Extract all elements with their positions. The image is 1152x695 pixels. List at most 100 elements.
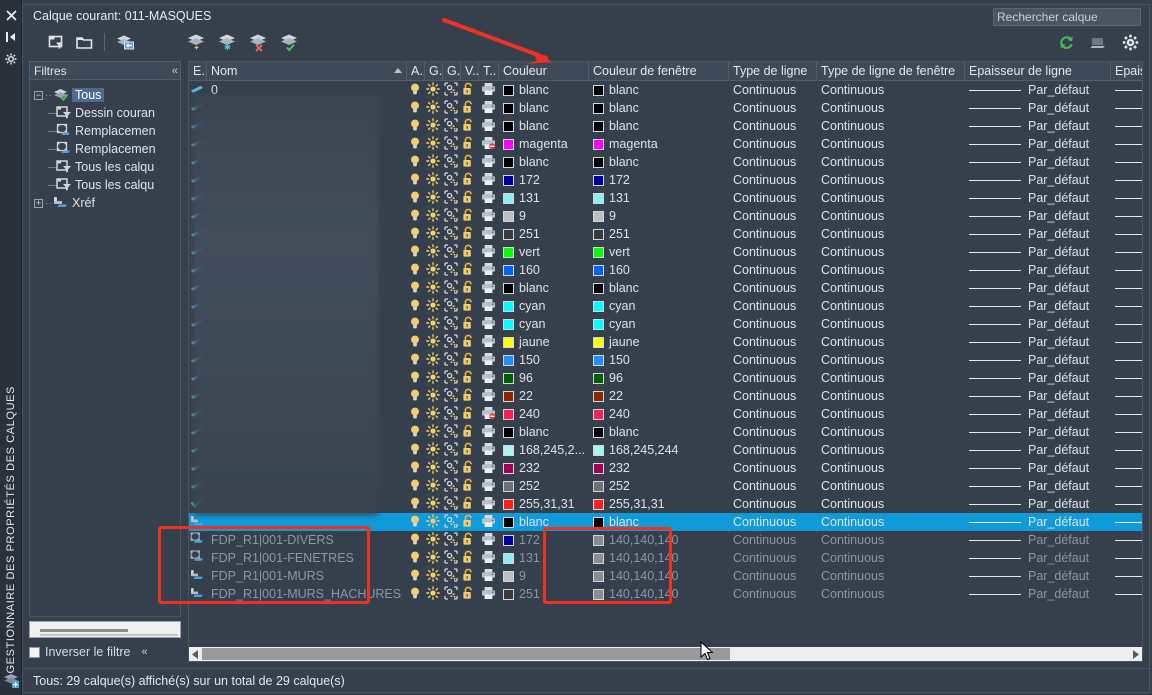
cell-lweight[interactable]: Par_défaut xyxy=(965,459,1111,477)
viewport-color-swatch[interactable] xyxy=(593,282,604,294)
cell-vp_lweight[interactable] xyxy=(1111,495,1142,513)
cell-plot[interactable] xyxy=(479,207,499,225)
cell-freeze[interactable] xyxy=(425,135,443,153)
color-swatch[interactable] xyxy=(503,372,514,384)
cell-freeze[interactable] xyxy=(425,459,443,477)
cell-plot[interactable] xyxy=(479,531,499,549)
cell-lock[interactable] xyxy=(461,351,479,369)
cell-freeze[interactable] xyxy=(425,495,443,513)
bulb-on-icon[interactable] xyxy=(408,442,424,458)
cell-freeze[interactable] xyxy=(425,171,443,189)
cell-plot[interactable] xyxy=(479,171,499,189)
cell-vp_lweight[interactable] xyxy=(1111,261,1142,279)
table-row[interactable]: FDP_R1|001-MURS 9 140,140,140 Continuous Con… xyxy=(189,567,1142,585)
bulb-on-icon[interactable] xyxy=(408,154,424,170)
color-swatch[interactable] xyxy=(503,534,514,546)
freeze-vp-icon[interactable] xyxy=(444,424,460,440)
cell-on[interactable] xyxy=(407,333,425,351)
cell-on[interactable] xyxy=(407,81,425,99)
bulb-on-icon[interactable] xyxy=(408,550,424,566)
cell-plot[interactable] xyxy=(479,441,499,459)
cell-vp_color[interactable]: blanc xyxy=(589,117,729,135)
cell-vp_ltype[interactable]: Continuous xyxy=(817,495,965,513)
invert-filter-checkbox[interactable] xyxy=(29,646,40,658)
cell-on[interactable] xyxy=(407,495,425,513)
cell-vp_ltype[interactable]: Continuous xyxy=(817,369,965,387)
cell-color[interactable]: blanc xyxy=(499,81,589,99)
cell-plot[interactable] xyxy=(479,279,499,297)
cell-ltype[interactable]: Continuous xyxy=(729,135,817,153)
sun-icon[interactable] xyxy=(426,406,442,422)
cell-vp_ltype[interactable]: Continuous xyxy=(817,171,965,189)
cell-vp_lweight[interactable] xyxy=(1111,351,1142,369)
viewport-color-swatch[interactable] xyxy=(593,228,604,240)
sun-icon[interactable] xyxy=(426,172,442,188)
bulb-on-icon[interactable] xyxy=(408,496,424,512)
unlock-icon[interactable] xyxy=(462,172,478,188)
cell-plot[interactable] xyxy=(479,369,499,387)
viewport-color-swatch[interactable] xyxy=(593,552,604,564)
drawing-filter-icon[interactable] xyxy=(56,159,72,175)
cell-freeze[interactable] xyxy=(425,369,443,387)
cell-freeze_vp[interactable] xyxy=(443,333,461,351)
bulb-on-icon[interactable] xyxy=(408,208,424,224)
unlock-icon[interactable] xyxy=(462,370,478,386)
cell-plot[interactable] xyxy=(479,225,499,243)
column-header-state[interactable]: E.. xyxy=(189,62,207,81)
freeze-vp-icon[interactable] xyxy=(444,406,460,422)
cell-color[interactable]: blanc xyxy=(499,153,589,171)
cell-vp_color[interactable]: 252 xyxy=(589,477,729,495)
properties-menu-icon[interactable] xyxy=(0,48,22,70)
unlock-icon[interactable] xyxy=(462,586,478,602)
cell-freeze[interactable] xyxy=(425,243,443,261)
column-header-plot[interactable]: T.. xyxy=(479,62,499,81)
cell-vp_lweight[interactable] xyxy=(1111,135,1142,153)
cell-color[interactable]: 131 xyxy=(499,189,589,207)
color-swatch[interactable] xyxy=(503,444,514,456)
unlock-icon[interactable] xyxy=(462,280,478,296)
printer-icon[interactable] xyxy=(481,496,497,512)
cell-lweight[interactable]: Par_défaut xyxy=(965,261,1111,279)
cell-freeze_vp[interactable] xyxy=(443,513,461,531)
color-swatch[interactable] xyxy=(503,390,514,402)
bulb-on-icon[interactable] xyxy=(408,514,424,530)
unlock-icon[interactable] xyxy=(462,568,478,584)
cell-on[interactable] xyxy=(407,243,425,261)
color-swatch[interactable] xyxy=(503,354,514,366)
cell-vp_color[interactable]: 240 xyxy=(589,405,729,423)
unlock-icon[interactable] xyxy=(462,190,478,206)
cell-vp_ltype[interactable]: Continuous xyxy=(817,189,965,207)
new-layer-icon[interactable] xyxy=(186,31,208,53)
cell-on[interactable] xyxy=(407,297,425,315)
drawing-filter-icon[interactable] xyxy=(56,177,72,193)
color-swatch[interactable] xyxy=(503,462,514,474)
cell-lock[interactable] xyxy=(461,279,479,297)
bulb-on-icon[interactable] xyxy=(408,118,424,134)
sun-icon[interactable] xyxy=(426,586,442,602)
printer-icon[interactable] xyxy=(481,514,497,530)
scroll-left-arrow[interactable] xyxy=(189,647,202,661)
bulb-on-icon[interactable] xyxy=(408,226,424,242)
cell-on[interactable] xyxy=(407,171,425,189)
unlock-icon[interactable] xyxy=(462,334,478,350)
filter-name-input[interactable] xyxy=(29,621,181,638)
bulb-on-icon[interactable] xyxy=(408,262,424,278)
cell-freeze[interactable] xyxy=(425,225,443,243)
printer-icon[interactable] xyxy=(481,226,497,242)
cell-ltype[interactable]: Continuous xyxy=(729,81,817,99)
cell-name[interactable] xyxy=(207,513,407,531)
cell-on[interactable] xyxy=(407,549,425,567)
cell-lweight[interactable]: Par_défaut xyxy=(965,351,1111,369)
cell-on[interactable] xyxy=(407,315,425,333)
search-input[interactable] xyxy=(997,10,1152,24)
bulb-on-icon[interactable] xyxy=(408,388,424,404)
freeze-vp-icon[interactable] xyxy=(444,172,460,188)
cell-freeze_vp[interactable] xyxy=(443,153,461,171)
cell-vp_lweight[interactable] xyxy=(1111,171,1142,189)
cell-freeze_vp[interactable] xyxy=(443,441,461,459)
unlock-icon[interactable] xyxy=(462,118,478,134)
freeze-vp-icon[interactable] xyxy=(444,136,460,152)
new-layer-frozen-vp-icon[interactable] xyxy=(217,31,239,53)
viewport-color-swatch[interactable] xyxy=(593,444,604,456)
bulb-on-icon[interactable] xyxy=(408,172,424,188)
